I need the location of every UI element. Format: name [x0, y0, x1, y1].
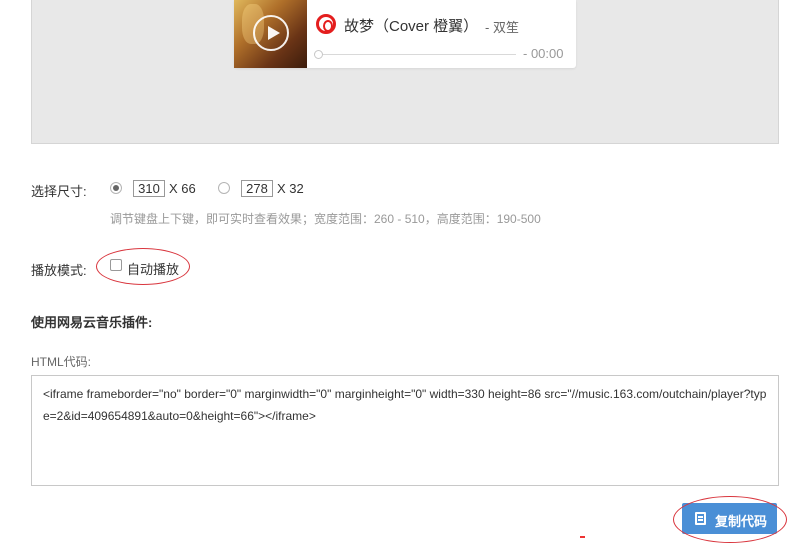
play-mode-label: 播放模式: [31, 263, 87, 278]
size-hint: 调节键盘上下键，即可实时查看效果；宽度范围：260 - 510，高度范围：190… [110, 212, 541, 226]
html-code-textarea[interactable]: <iframe frameborder="no" border="0" marg… [31, 375, 779, 486]
netease-music-logo-icon [316, 14, 336, 34]
annotation-circle-autoplay [96, 248, 190, 285]
annotation-mark [580, 536, 585, 538]
progress-bar[interactable] [323, 54, 516, 55]
annotation-circle-copy [673, 496, 787, 543]
width-input-278[interactable]: 278 [241, 180, 273, 197]
progress-knob[interactable] [314, 50, 323, 59]
size-radio-310[interactable] [110, 182, 122, 194]
song-title: 故梦（Cover 橙翼） [344, 18, 479, 35]
html-code-label: HTML代码: [31, 355, 92, 369]
time-display: - 00:00 [523, 46, 564, 61]
size-label: 选择尺寸: [31, 184, 87, 199]
width-input-310[interactable]: 310 [133, 180, 165, 197]
size-radio-278[interactable] [218, 182, 230, 194]
plugin-section-title: 使用网易云音乐插件: [31, 315, 153, 330]
music-player-widget: 故梦（Cover 橙翼） - 双笙 - 00:00 [234, 0, 576, 68]
play-icon[interactable] [253, 15, 289, 51]
height-text-32: X 32 [277, 181, 304, 196]
height-text-66: X 66 [169, 181, 196, 196]
song-artist: - 双笙 [485, 20, 519, 35]
